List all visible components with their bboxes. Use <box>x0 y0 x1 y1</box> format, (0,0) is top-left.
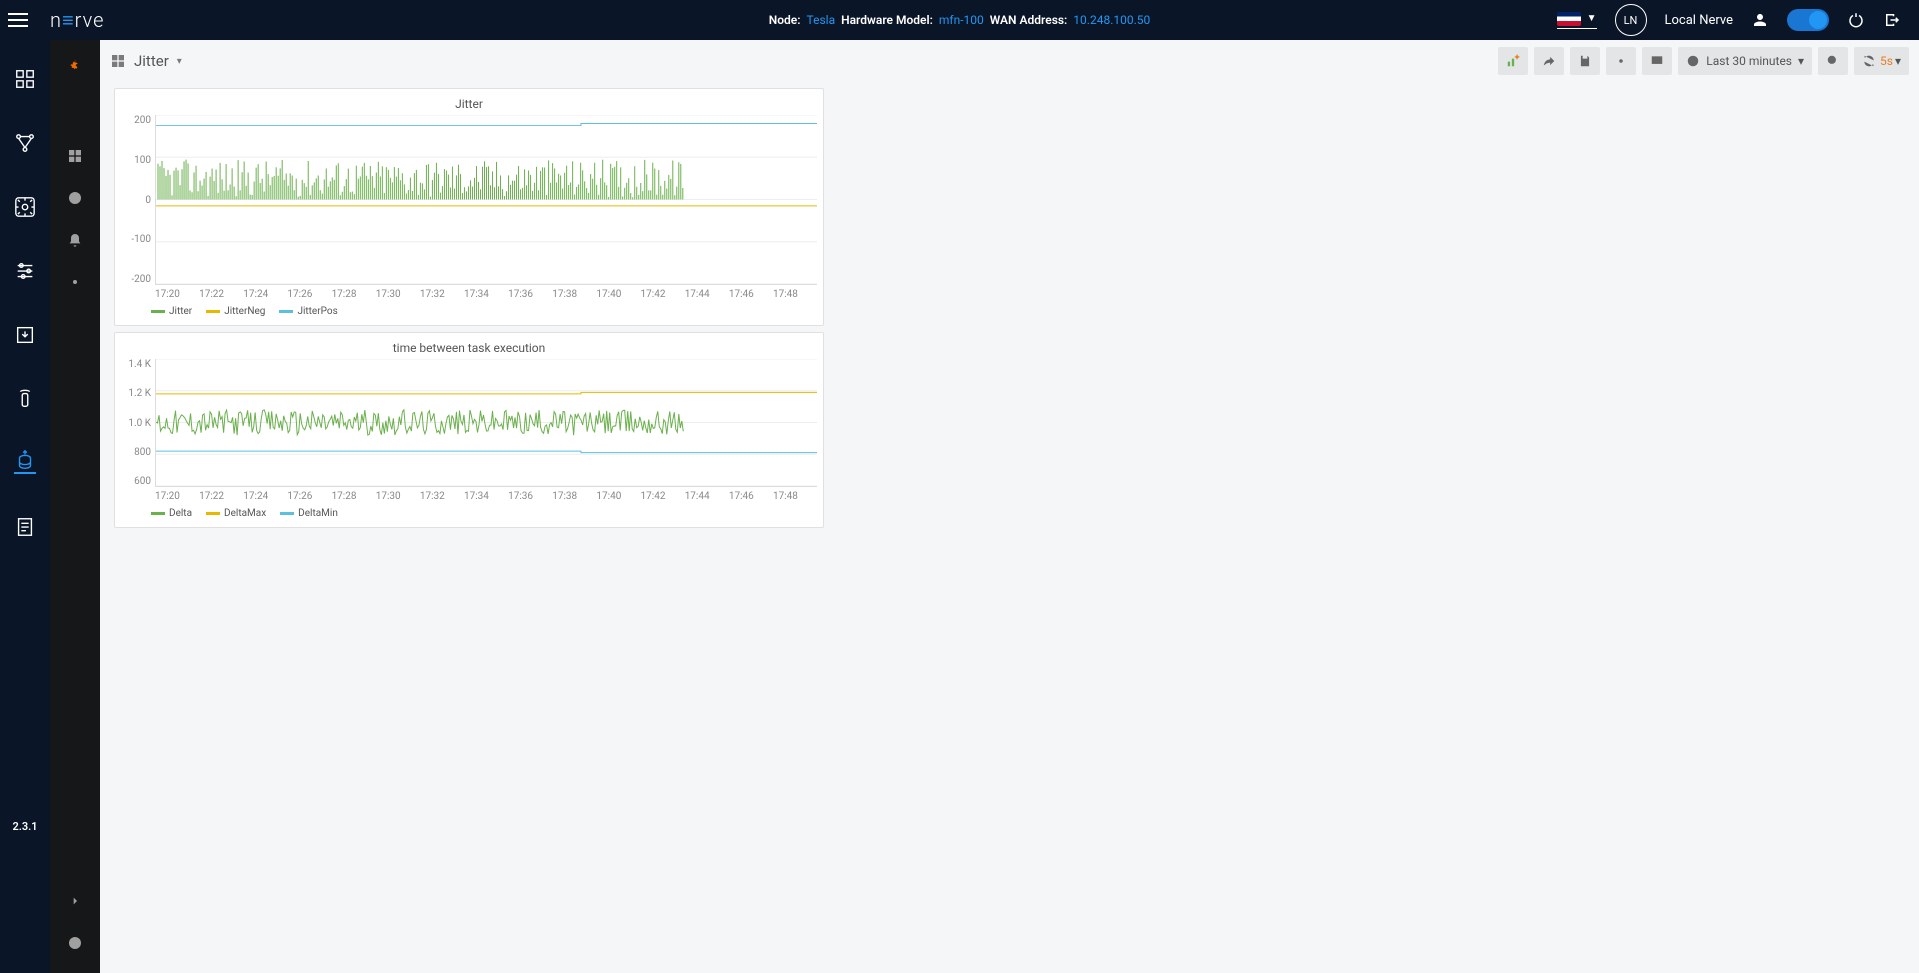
time-range-label: Last 30 minutes <box>1706 54 1792 68</box>
save-button[interactable] <box>1570 47 1600 75</box>
menu-icon[interactable] <box>8 5 38 35</box>
sidebar-item-dashboard[interactable] <box>14 68 36 90</box>
refresh-button[interactable]: 5s ▾ <box>1854 47 1909 75</box>
logout-icon[interactable] <box>1883 11 1901 29</box>
sidebar-item-remote[interactable] <box>14 388 36 410</box>
sidebar-item-network[interactable] <box>14 132 36 154</box>
y-axis: 1.4 K1.2 K1.0 K800600 <box>121 359 155 487</box>
hw-value: mfn-100 <box>939 13 984 27</box>
brand-logo[interactable]: n≡rve <box>50 8 104 33</box>
reboot-icon[interactable] <box>1847 11 1865 29</box>
settings-button[interactable] <box>1606 47 1636 75</box>
panel-jitter: Jitter 2001000-100-200 17:2017:2217:2417… <box>114 88 824 326</box>
sidebar-item-settings[interactable] <box>14 196 36 218</box>
refresh-interval: 5s <box>1880 54 1893 68</box>
flag-icon <box>1557 12 1581 26</box>
grafana-alert-icon[interactable] <box>67 232 83 248</box>
chart-canvas <box>156 359 817 486</box>
wan-label: WAN Address: <box>990 13 1068 27</box>
topbar-right: ▼ LN Local Nerve <box>1557 4 1919 36</box>
chart-canvas <box>156 115 817 284</box>
dashboard-grid-icon <box>110 53 126 69</box>
wan-value: 10.248.100.50 <box>1073 13 1150 27</box>
user-name: Local Nerve <box>1665 13 1733 28</box>
logo-n: n <box>50 8 62 32</box>
node-info: Node: Tesla Hardware Model: mfn-100 WAN … <box>769 13 1150 27</box>
grafana-explore-icon[interactable] <box>67 190 83 206</box>
legend: JitterJitterNegJitterPos <box>121 300 817 319</box>
x-axis: 17:2017:2217:2417:2617:2817:3017:3217:34… <box>121 487 817 502</box>
main-content: Jitter ▾ Last 30 minutes ▾ 5s ▾ <box>100 40 1919 973</box>
hw-label: Hardware Model: <box>841 13 933 27</box>
version-label: 2.3.1 <box>12 820 37 833</box>
panel-title: time between task execution <box>121 339 817 359</box>
grafana-dashboards-icon[interactable] <box>67 148 83 164</box>
sidebar-item-sliders[interactable] <box>14 260 36 282</box>
topbar: n≡rve Node: Tesla Hardware Model: mfn-10… <box>0 0 1919 40</box>
dashboard-header: Jitter ▾ Last 30 minutes ▾ 5s ▾ <box>100 40 1919 82</box>
avatar[interactable]: LN <box>1615 4 1647 36</box>
dashboard-title: Jitter <box>134 52 169 70</box>
grafana-logo-icon[interactable] <box>61 52 89 80</box>
chevron-down-icon: ▼ <box>1587 13 1597 24</box>
zoom-out-button[interactable] <box>1818 47 1848 75</box>
grafana-config-icon[interactable] <box>67 274 83 290</box>
view-mode-button[interactable] <box>1642 47 1672 75</box>
node-value: Tesla <box>807 13 836 27</box>
logo-e: ≡ <box>62 8 75 33</box>
user-icon[interactable] <box>1751 11 1769 29</box>
chevron-down-icon: ▾ <box>1895 54 1901 68</box>
x-axis: 17:2017:2217:2417:2617:2817:3017:3217:34… <box>121 285 817 300</box>
logo-rve: rve <box>75 8 105 32</box>
grafana-sidebar <box>50 40 100 973</box>
grafana-signin-icon[interactable] <box>67 893 83 909</box>
nerve-sidebar: 2.3.1 <box>0 40 50 973</box>
time-range-button[interactable]: Last 30 minutes ▾ <box>1678 47 1812 75</box>
panel-title: Jitter <box>121 95 817 115</box>
panel-delta: time between task execution 1.4 K1.2 K1.… <box>114 332 824 528</box>
dashboard-title-dropdown[interactable]: Jitter ▾ <box>110 52 182 70</box>
language-selector[interactable]: ▼ <box>1557 12 1597 29</box>
chevron-down-icon: ▾ <box>177 56 182 67</box>
legend: DeltaDeltaMaxDeltaMin <box>121 502 817 521</box>
sidebar-item-docs[interactable] <box>14 516 36 538</box>
grafana-add-icon[interactable] <box>67 106 83 122</box>
dashboard-toolbar: Last 30 minutes ▾ 5s ▾ <box>1498 47 1909 75</box>
toggle-switch[interactable] <box>1787 9 1829 31</box>
sidebar-item-download[interactable] <box>14 324 36 346</box>
add-panel-button[interactable] <box>1498 47 1528 75</box>
chevron-down-icon: ▾ <box>1798 54 1804 68</box>
y-axis: 2001000-100-200 <box>121 115 155 285</box>
sidebar-item-data[interactable] <box>14 452 36 474</box>
grafana-help-icon[interactable] <box>67 935 83 951</box>
share-button[interactable] <box>1534 47 1564 75</box>
node-label: Node: <box>769 13 801 27</box>
